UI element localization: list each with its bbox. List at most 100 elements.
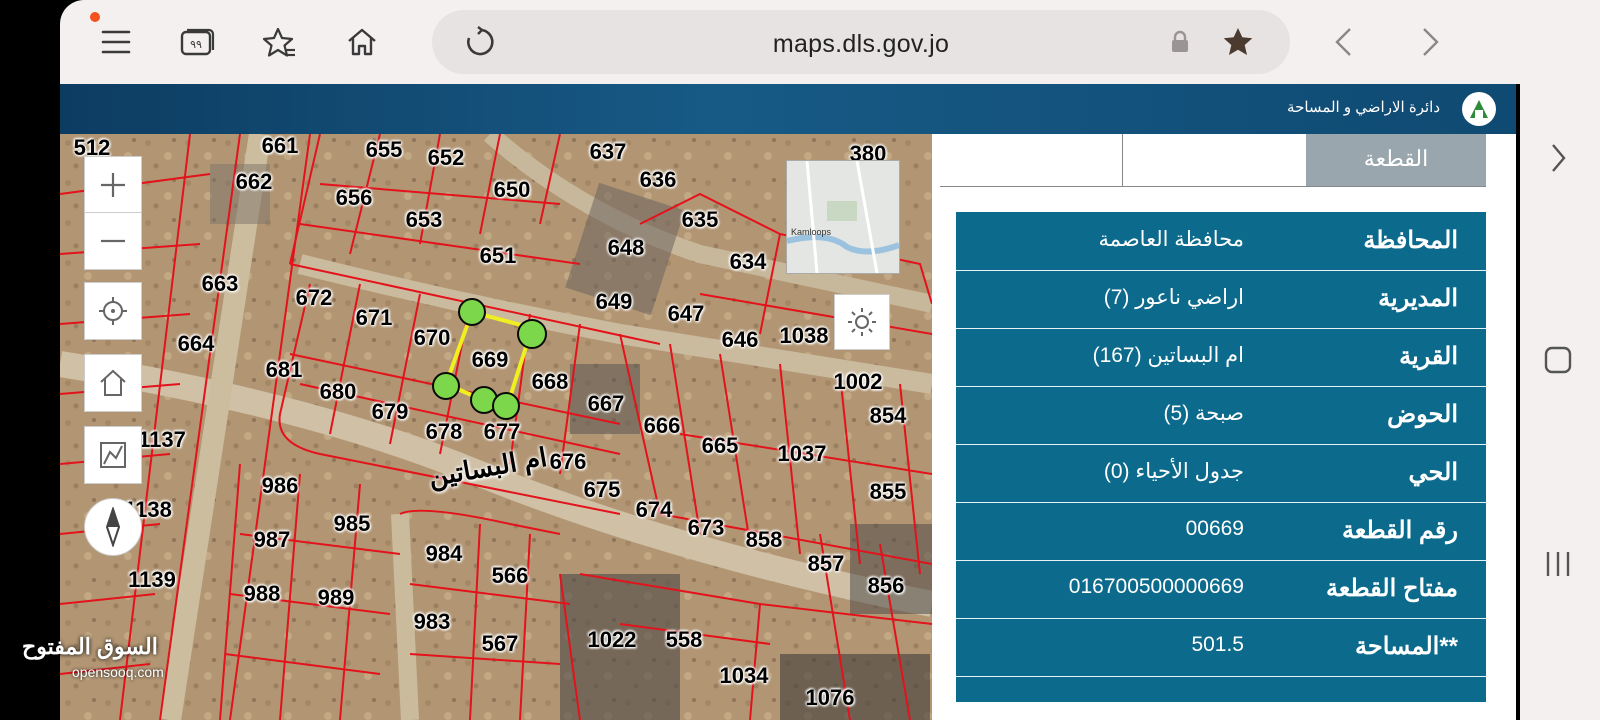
nav-lines-icon[interactable] bbox=[1536, 542, 1580, 586]
parcel-number-label[interactable]: 987 bbox=[254, 527, 291, 553]
parcel-number-label[interactable]: 679 bbox=[372, 399, 409, 425]
parcel-number-label[interactable]: 856 bbox=[868, 573, 905, 599]
chevron-right-icon[interactable] bbox=[1536, 136, 1580, 180]
parcel-number-label[interactable]: 646 bbox=[722, 327, 759, 353]
parcel-number-label[interactable]: 671 bbox=[356, 305, 393, 331]
star-icon[interactable] bbox=[1218, 22, 1258, 62]
minimap-label: Kamloops bbox=[791, 227, 832, 237]
parcel-number-label[interactable]: 858 bbox=[746, 527, 783, 553]
panel-scrollbar[interactable] bbox=[940, 212, 956, 702]
parcel-number-label[interactable]: 647 bbox=[668, 301, 705, 327]
zoom-out-button[interactable] bbox=[84, 212, 142, 270]
parcel-number-label[interactable]: 1038 bbox=[780, 323, 829, 349]
map-view[interactable]: 512 661 655 652 637 380 662 636 656 650 653 635 648 6… bbox=[60, 134, 932, 720]
parcel-number-label[interactable]: 567 bbox=[482, 631, 519, 657]
parcel-number-label[interactable]: 857 bbox=[808, 551, 845, 577]
parcel-number-label[interactable]: 635 bbox=[682, 207, 719, 233]
locate-button[interactable] bbox=[84, 282, 142, 340]
parcel-number-label[interactable]: 661 bbox=[262, 134, 299, 159]
info-value: اراضي ناعور (7) bbox=[1103, 286, 1244, 309]
parcel-number-label[interactable]: 677 bbox=[484, 419, 521, 445]
info-value: 501.5 bbox=[1191, 633, 1244, 656]
parcel-number-label[interactable]: 676 bbox=[550, 449, 587, 475]
parcel-number-label[interactable]: 1076 bbox=[806, 685, 855, 711]
parcel-number-label[interactable]: 984 bbox=[426, 541, 463, 567]
parcel-number-label[interactable]: 983 bbox=[414, 609, 451, 635]
info-row: الحوض صبحة (5) bbox=[956, 386, 1486, 445]
parcel-number-label[interactable]: 669 bbox=[472, 347, 509, 373]
basemap-brightness-button[interactable] bbox=[834, 294, 890, 350]
parcel-number-label[interactable]: 1022 bbox=[588, 627, 637, 653]
watermark-url: opensooq.com bbox=[72, 664, 164, 680]
parcel-number-label[interactable]: 680 bbox=[320, 379, 357, 405]
lock-icon bbox=[1160, 22, 1200, 62]
notification-dot bbox=[90, 12, 100, 22]
parcel-number-label[interactable]: 675 bbox=[584, 477, 621, 503]
parcel-number-label[interactable]: 988 bbox=[244, 581, 281, 607]
tab-parcel[interactable]: القطعة bbox=[1306, 134, 1486, 186]
address-bar[interactable]: maps.dls.gov.jo bbox=[432, 10, 1290, 74]
parcel-number-label[interactable]: 649 bbox=[596, 289, 633, 315]
back-icon[interactable] bbox=[1324, 22, 1364, 62]
parcel-number-label[interactable]: 648 bbox=[608, 235, 645, 261]
parcel-number-label[interactable]: 986 bbox=[262, 473, 299, 499]
parcel-number-label[interactable]: 668 bbox=[532, 369, 569, 395]
parcel-number-label[interactable]: 855 bbox=[870, 479, 907, 505]
parcel-number-label[interactable]: 1139 bbox=[128, 567, 176, 593]
parcel-number-label[interactable]: 664 bbox=[178, 331, 215, 357]
parcel-number-label[interactable]: 656 bbox=[336, 185, 373, 211]
info-value: 016700500000669 bbox=[1068, 575, 1244, 598]
parcel-number-label[interactable]: 854 bbox=[870, 403, 907, 429]
compass-button[interactable] bbox=[84, 498, 142, 556]
info-row: المحافظة محافظة العاصمة bbox=[956, 212, 1486, 271]
parcel-number-label[interactable]: 667 bbox=[588, 391, 625, 417]
parcel-number-label[interactable]: 653 bbox=[406, 207, 443, 233]
home-icon[interactable] bbox=[342, 22, 382, 62]
parcel-number-label[interactable]: 637 bbox=[590, 139, 627, 165]
parcel-number-label[interactable]: 989 bbox=[318, 585, 355, 611]
parcel-number-label[interactable]: 1037 bbox=[778, 441, 827, 467]
parcel-number-label[interactable]: 558 bbox=[666, 627, 703, 653]
zoom-in-button[interactable] bbox=[84, 156, 142, 214]
parcel-number-label[interactable]: 674 bbox=[636, 497, 673, 523]
parcel-number-label[interactable]: 566 bbox=[492, 563, 529, 589]
measure-button[interactable] bbox=[84, 426, 142, 484]
parcel-number-label[interactable]: 985 bbox=[334, 511, 371, 537]
parcel-number-label[interactable]: 681 bbox=[266, 357, 303, 383]
parcel-number-label[interactable]: 678 bbox=[426, 419, 463, 445]
svg-text:٩٩: ٩٩ bbox=[190, 38, 202, 51]
site-header: دائرة الاراضي و المساحة bbox=[60, 84, 1516, 134]
system-edge-panel bbox=[1520, 0, 1600, 720]
parcel-number-label[interactable]: 652 bbox=[428, 145, 465, 171]
parcel-number-label[interactable]: 651 bbox=[480, 243, 517, 269]
panel-tab-bar: القطعة bbox=[940, 134, 1486, 187]
parcel-number-label[interactable]: 1137 bbox=[138, 427, 186, 453]
info-label: القرية bbox=[1399, 343, 1458, 370]
forward-icon[interactable] bbox=[1410, 22, 1450, 62]
parcel-number-label[interactable]: 655 bbox=[366, 137, 403, 163]
watermark-text: السوق المفتوح bbox=[22, 634, 158, 659]
bookmarks-icon[interactable] bbox=[260, 22, 300, 62]
parcel-number-label[interactable]: 636 bbox=[640, 167, 677, 193]
parcel-number-label[interactable]: 666 bbox=[644, 413, 681, 439]
parcel-number-label[interactable]: 1002 bbox=[834, 369, 883, 395]
info-row: **المساحة 501.5 bbox=[956, 618, 1486, 677]
menu-icon[interactable] bbox=[96, 22, 136, 62]
home-extent-button[interactable] bbox=[84, 354, 142, 412]
info-value: صبحة (5) bbox=[1163, 402, 1245, 425]
parcel-number-label[interactable]: 672 bbox=[296, 285, 333, 311]
parcel-number-label[interactable]: 670 bbox=[414, 325, 451, 351]
dls-logo bbox=[1462, 92, 1496, 126]
overview-minimap[interactable]: Kamloops bbox=[786, 160, 900, 274]
info-value: 00669 bbox=[1185, 517, 1244, 540]
recents-icon[interactable] bbox=[1536, 338, 1580, 382]
parcel-number-label[interactable]: 665 bbox=[702, 433, 739, 459]
parcel-number-label[interactable]: 663 bbox=[202, 271, 239, 297]
parcel-number-label[interactable]: 650 bbox=[494, 177, 531, 203]
tabs-icon[interactable]: ٩٩ bbox=[178, 22, 218, 62]
info-label: مفتاح القطعة bbox=[1326, 575, 1458, 602]
parcel-number-label[interactable]: 662 bbox=[236, 169, 273, 195]
parcel-number-label[interactable]: 673 bbox=[688, 515, 725, 541]
parcel-number-label[interactable]: 634 bbox=[730, 249, 767, 275]
parcel-number-label[interactable]: 1034 bbox=[720, 663, 769, 689]
